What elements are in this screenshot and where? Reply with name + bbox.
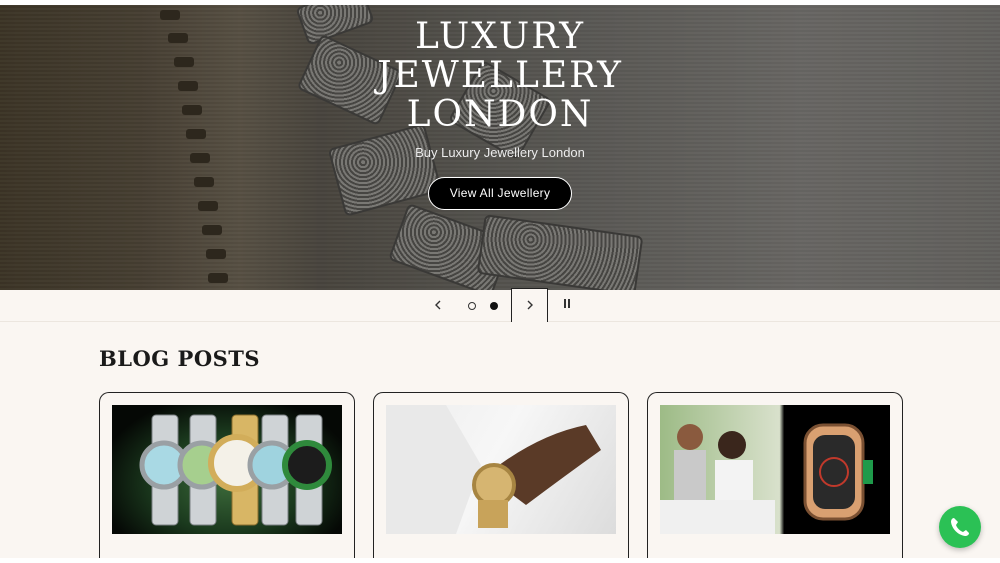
blog-post-image[interactable]: [112, 405, 342, 534]
slideshow-controls: [0, 288, 1000, 323]
hero-subtitle: Buy Luxury Jewellery London: [415, 145, 585, 160]
pause-slideshow-button[interactable]: [557, 290, 577, 322]
chevron-right-icon: [527, 300, 533, 310]
phone-icon: [951, 518, 969, 536]
hero-content: LUXURY JEWELLERY LONDON Buy Luxury Jewel…: [0, 5, 1000, 210]
whatsapp-chat-button[interactable]: [939, 506, 981, 548]
blog-section: BLOG POSTS: [0, 322, 1000, 563]
chevron-left-icon: [435, 300, 441, 310]
blog-post-image[interactable]: [660, 405, 890, 534]
bottom-edge: [0, 558, 1000, 563]
blog-heading: BLOG POSTS: [99, 346, 261, 371]
blog-post-card[interactable]: [647, 392, 903, 563]
slide-dot-1[interactable]: [468, 302, 476, 310]
view-all-jewellery-button[interactable]: View All Jewellery: [428, 177, 572, 210]
hero-title: LUXURY JEWELLERY LONDON: [377, 16, 623, 135]
page: LUXURY JEWELLERY LONDON Buy Luxury Jewel…: [0, 0, 1000, 563]
blog-post-image[interactable]: [386, 405, 616, 534]
pause-icon: [564, 299, 570, 308]
next-slide-button[interactable]: [511, 288, 548, 323]
blog-post-card[interactable]: [373, 392, 629, 563]
slide-dot-2-active[interactable]: [490, 302, 498, 310]
hero-banner: LUXURY JEWELLERY LONDON Buy Luxury Jewel…: [0, 5, 1000, 290]
celebrity-watch-illustration: [660, 423, 873, 534]
blog-post-card[interactable]: [99, 392, 355, 563]
previous-slide-button[interactable]: [428, 290, 448, 322]
wrist-watch-illustration: [386, 405, 601, 534]
watches-illustration: [139, 414, 332, 526]
